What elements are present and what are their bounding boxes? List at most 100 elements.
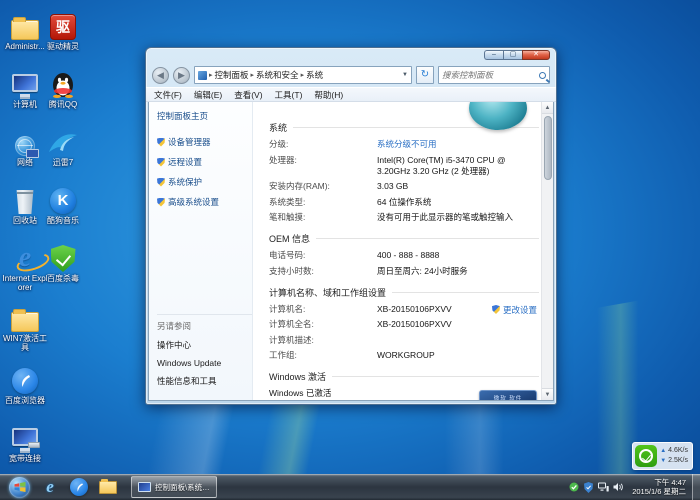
address-bar[interactable]: ▸ 控制面板 ▸ 系统和安全 ▸ 系统 ▼ <box>194 66 412 84</box>
menu-bar: 文件(F) 编辑(E) 查看(V) 工具(T) 帮助(H) <box>146 87 556 102</box>
ram-label: 安装内存(RAM): <box>269 181 377 192</box>
processor-label: 处理器: <box>269 155 377 177</box>
system-type-value: 64 位操作系统 <box>377 197 431 208</box>
menu-file[interactable]: 文件(F) <box>154 89 182 101</box>
support-hours-label: 支持小时数: <box>269 266 377 277</box>
start-button[interactable] <box>9 477 30 498</box>
green-shield-icon <box>40 240 86 272</box>
sidebar-item-device-manager[interactable]: 设备管理器 <box>157 136 252 148</box>
refresh-button[interactable]: ↻ <box>416 66 434 84</box>
scrollbar-thumb[interactable] <box>544 116 552 180</box>
kugou-music-icon: K <box>40 182 86 214</box>
desktop-icon-broadband[interactable]: 宽带连接 <box>2 420 48 463</box>
qq-penguin-icon <box>40 66 86 98</box>
system-window: – ▢ ✕ ◀ ▶ ▸ 控制面板 ▸ 系统和安全 ▸ 系统 ▼ ↻ 文件(F) … <box>145 47 557 405</box>
desktop-icon-qq[interactable]: 腾讯QQ <box>40 66 86 109</box>
uac-shield-icon <box>492 305 500 314</box>
vertical-scrollbar[interactable]: ▲ ▼ <box>541 102 553 400</box>
sidebar-item-advanced-settings[interactable]: 高级系统设置 <box>157 196 252 208</box>
change-settings-link[interactable]: 更改设置 <box>492 304 537 316</box>
folder-icon <box>2 300 48 332</box>
address-dropdown-icon[interactable]: ▼ <box>402 72 408 78</box>
sidebar-item-remote-settings[interactable]: 远程设置 <box>157 156 252 168</box>
breadcrumb-system[interactable]: 系统 <box>306 69 323 81</box>
close-button[interactable]: ✕ <box>522 50 550 60</box>
system-window-icon <box>138 482 151 492</box>
tray-action-center-icon[interactable] <box>568 482 579 493</box>
activation-status: Windows 已激活 <box>269 388 331 399</box>
netspeed-readout: ▲ 4.6K/s ▼ 2.5K/s <box>660 446 688 466</box>
desktop-icon-baidu-antivirus[interactable]: 百度杀毒 <box>40 240 86 283</box>
menu-help[interactable]: 帮助(H) <box>314 89 343 101</box>
uac-shield-icon <box>157 198 165 207</box>
workgroup-label: 工作组: <box>269 350 377 361</box>
section-computer-name: 计算机名称、域和工作组设置 <box>269 286 386 299</box>
description-label: 计算机描述: <box>269 335 377 346</box>
tray-network-icon[interactable] <box>598 482 609 493</box>
broadband-icon <box>2 420 48 452</box>
desktop-icon-win7-activator[interactable]: WIN7激活工具 <box>2 300 48 352</box>
genuine-windows-badge[interactable]: 微软 软件 正版授权 安全 放心 承诺 <box>479 390 537 400</box>
security-netspeed-widget[interactable]: ▲ 4.6K/s ▼ 2.5K/s <box>632 442 693 470</box>
full-name-label: 计算机全名: <box>269 319 377 330</box>
section-system: 系统 <box>269 121 287 134</box>
rating-label: 分级: <box>269 139 377 150</box>
breadcrumb-system-security[interactable]: 系统和安全 <box>256 69 299 81</box>
uac-shield-icon <box>157 138 165 147</box>
search-icon <box>539 72 546 79</box>
show-desktop-button[interactable] <box>692 474 700 500</box>
pen-touch-label: 笔和触摸: <box>269 212 377 223</box>
forward-button[interactable]: ▶ <box>173 67 190 84</box>
taskbar-explorer-icon[interactable] <box>96 476 120 498</box>
scroll-down-arrow[interactable]: ▼ <box>542 388 554 400</box>
minimize-button[interactable]: – <box>484 50 503 60</box>
computer-name-value: XB-20150106PXVV <box>377 304 452 315</box>
navigation-toolbar: ◀ ▶ ▸ 控制面板 ▸ 系统和安全 ▸ 系统 ▼ ↻ <box>146 63 556 87</box>
uac-shield-icon <box>157 178 165 187</box>
menu-edit[interactable]: 编辑(E) <box>194 89 222 101</box>
desktop-icon-kugou[interactable]: K 酷狗音乐 <box>40 182 86 225</box>
desktop-icon-baidu-browser[interactable]: 百度浏览器 <box>2 362 48 405</box>
desktop-icon-thunder7[interactable]: 迅雷7 <box>40 124 86 167</box>
sidebar-item-action-center[interactable]: 操作中心 <box>157 339 252 351</box>
search-box[interactable] <box>438 66 550 84</box>
ram-value: 3.03 GB <box>377 181 408 192</box>
maximize-button[interactable]: ▢ <box>503 50 522 60</box>
taskbar-clock[interactable]: 下午 4:47 2015/1/6 星期二 <box>628 478 692 496</box>
phone-label: 电话号码: <box>269 250 377 261</box>
driver-genius-icon: 驱 <box>40 8 86 40</box>
taskbar: e 控制面板\系统和安全\系统 下午 4:47 2015/1/6 星期二 <box>0 474 700 500</box>
sidebar: 控制面板主页 设备管理器 远程设置 系统保护 高级系统设置 另请参阅 操作中心 … <box>149 102 253 400</box>
thunder-bird-icon <box>40 124 86 156</box>
search-input[interactable] <box>442 70 539 80</box>
feather-circle-icon <box>2 362 48 394</box>
windows-flag-icon <box>14 481 26 493</box>
taskbar-ie-icon[interactable]: e <box>38 476 62 498</box>
tray-defender-shield-icon[interactable] <box>583 482 594 493</box>
full-name-value: XB-20150106PXVV <box>377 319 452 330</box>
desktop-icon-driver-genius[interactable]: 驱 驱动精灵 <box>40 8 86 51</box>
workgroup-value: WORKGROUP <box>377 350 435 361</box>
scroll-up-arrow[interactable]: ▲ <box>542 102 554 114</box>
sidebar-item-system-protection[interactable]: 系统保护 <box>157 176 252 188</box>
menu-view[interactable]: 查看(V) <box>234 89 262 101</box>
control-panel-icon <box>198 71 207 80</box>
processor-value: Intel(R) Core(TM) i5-3470 CPU @ 3.20GHz … <box>377 155 539 177</box>
rating-link[interactable]: 系统分级不可用 <box>377 139 437 150</box>
computer-name-label: 计算机名: <box>269 304 377 315</box>
menu-tools[interactable]: 工具(T) <box>275 89 303 101</box>
active-task-button[interactable]: 控制面板\系统和安全\系统 <box>131 476 217 498</box>
safety-check-icon[interactable] <box>635 445 657 467</box>
sidebar-item-windows-update[interactable]: Windows Update <box>157 358 252 368</box>
back-button[interactable]: ◀ <box>152 67 169 84</box>
system-type-label: 系统类型: <box>269 197 377 208</box>
section-oem: OEM 信息 <box>269 232 310 245</box>
taskbar-browser-icon[interactable] <box>67 476 91 498</box>
support-hours-value: 周日至周六: 24小时服务 <box>377 266 468 277</box>
sidebar-item-control-panel-home[interactable]: 控制面板主页 <box>157 110 252 122</box>
window-titlebar[interactable]: – ▢ ✕ <box>146 48 556 63</box>
tray-volume-icon[interactable] <box>613 482 624 493</box>
breadcrumb-control-panel[interactable]: 控制面板 <box>215 69 249 81</box>
pen-touch-value: 没有可用于此显示器的笔或触控输入 <box>377 212 513 223</box>
sidebar-item-performance-tools[interactable]: 性能信息和工具 <box>157 375 252 387</box>
